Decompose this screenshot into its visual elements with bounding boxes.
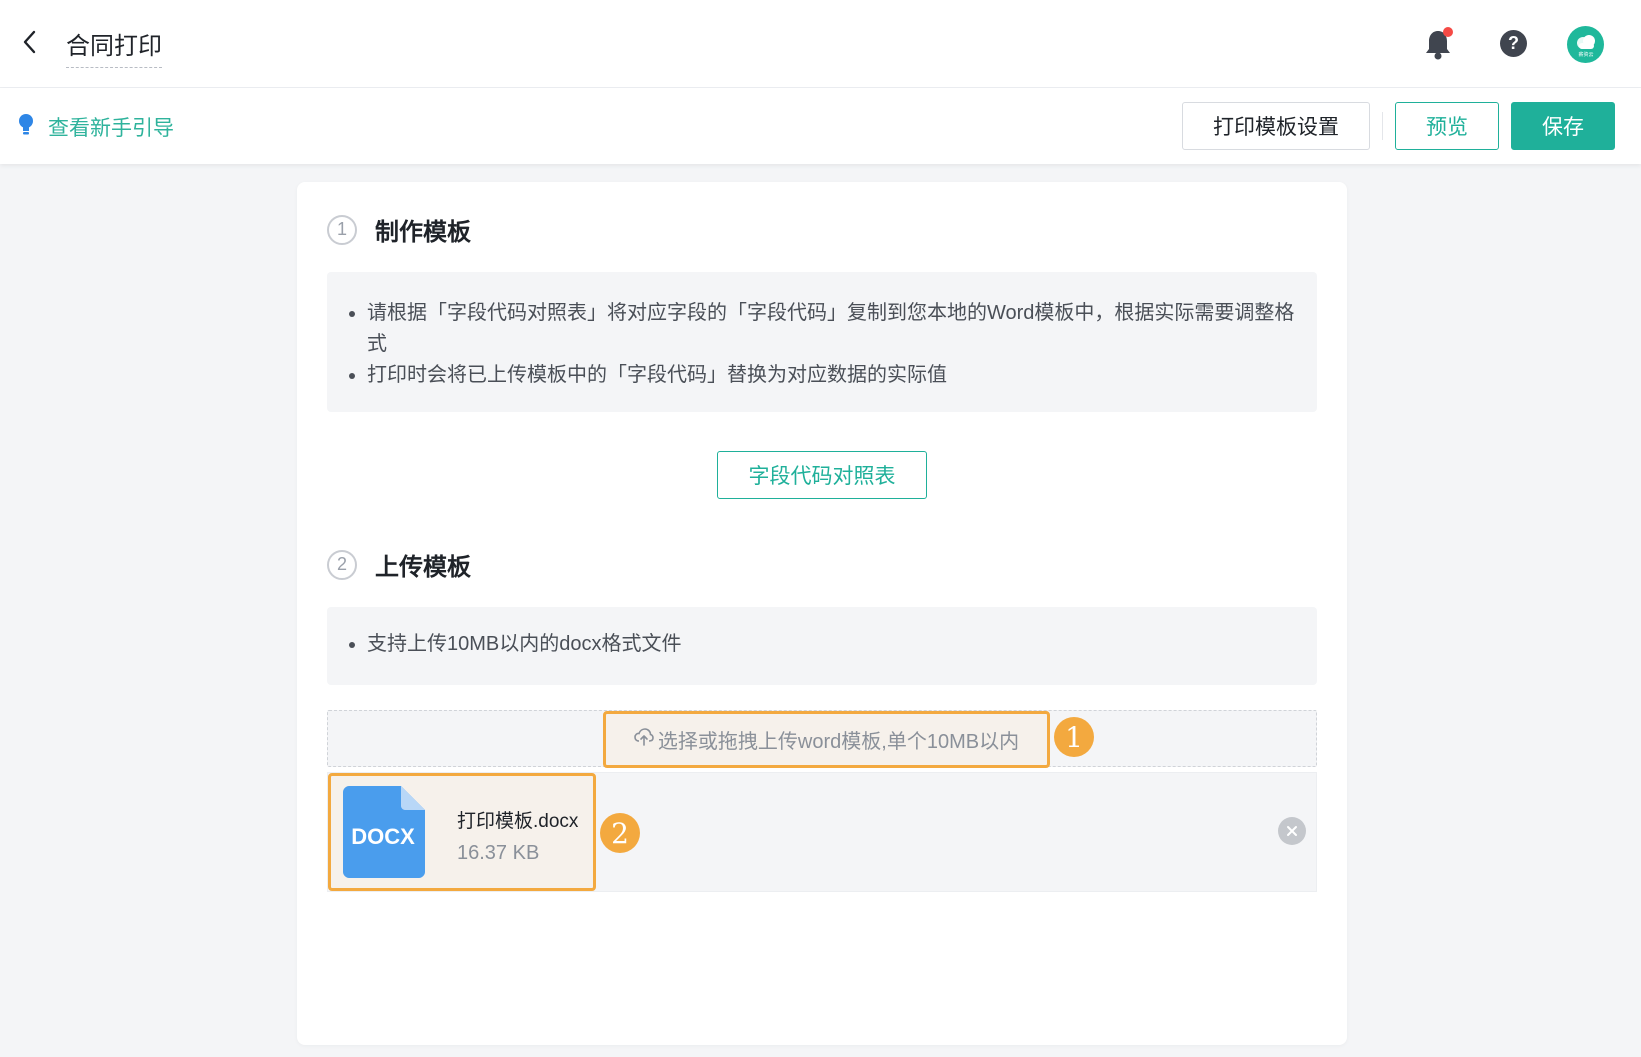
step-title: 上传模板 xyxy=(375,554,471,581)
top-header: 合同打印 ? 薪资云 xyxy=(0,0,1641,88)
lightbulb-icon xyxy=(18,113,34,142)
tip-item: 支持上传10MB以内的docx格式文件 xyxy=(367,629,1297,660)
docx-icon-label: DOCX xyxy=(351,824,415,849)
uploaded-file-row: DOCX 打印模板.docx 16.37 KB 2 xyxy=(327,772,1317,892)
remove-file-icon[interactable] xyxy=(1278,817,1306,845)
dropzone-highlight[interactable]: 选择或拖拽上传word模板,单个10MB以内 xyxy=(603,711,1050,768)
avatar[interactable]: 薪资云 xyxy=(1567,26,1604,63)
docx-file-icon: DOCX xyxy=(343,786,425,878)
preview-button[interactable]: 预览 xyxy=(1395,102,1499,150)
step-title: 制作模板 xyxy=(375,219,471,246)
upload-dropzone[interactable]: 选择或拖拽上传word模板,单个10MB以内 1 xyxy=(327,710,1317,768)
step-2-header: 2 上传模板 xyxy=(327,547,471,582)
avatar-text: 薪资云 xyxy=(1578,51,1593,58)
upload-cloud-icon xyxy=(634,728,654,751)
help-icon[interactable]: ? xyxy=(1500,30,1527,57)
page-title: 合同打印 xyxy=(66,26,162,68)
template-card: 1 制作模板 请根据「字段代码对照表」将对应字段的「字段代码」复制到您本地的Wo… xyxy=(297,182,1347,1045)
step-1-header: 1 制作模板 xyxy=(327,212,471,247)
tip-item: 打印时会将已上传模板中的「字段代码」替换为对应数据的实际值 xyxy=(367,360,1297,391)
step-number: 2 xyxy=(327,549,357,580)
annotation-badge-1: 1 xyxy=(1054,717,1094,757)
dropzone-text: 选择或拖拽上传word模板,单个10MB以内 xyxy=(657,731,1020,753)
tip-item: 请根据「字段代码对照表」将对应字段的「字段代码」复制到您本地的Word模板中，根… xyxy=(367,298,1297,360)
field-code-table-button[interactable]: 字段代码对照表 xyxy=(717,451,927,499)
notification-dot xyxy=(1443,27,1453,37)
print-template-settings-button[interactable]: 打印模板设置 xyxy=(1182,102,1370,150)
toolbar-divider xyxy=(1382,112,1383,140)
file-card[interactable]: DOCX 打印模板.docx 16.37 KB xyxy=(328,773,596,891)
back-arrow-icon[interactable] xyxy=(18,30,42,54)
guide-link[interactable]: 查看新手引导 xyxy=(18,112,174,142)
file-size: 16.37 KB xyxy=(457,842,540,864)
step-2-tips: 支持上传10MB以内的docx格式文件 xyxy=(327,607,1317,685)
guide-label: 查看新手引导 xyxy=(48,117,174,140)
annotation-badge-2: 2 xyxy=(600,813,640,853)
step-1-tips: 请根据「字段代码对照表」将对应字段的「字段代码」复制到您本地的Word模板中，根… xyxy=(327,272,1317,412)
file-name: 打印模板.docx xyxy=(457,811,579,832)
step-number: 1 xyxy=(327,214,357,245)
save-button[interactable]: 保存 xyxy=(1511,102,1615,150)
action-toolbar: 查看新手引导 打印模板设置 预览 保存 xyxy=(0,88,1641,164)
